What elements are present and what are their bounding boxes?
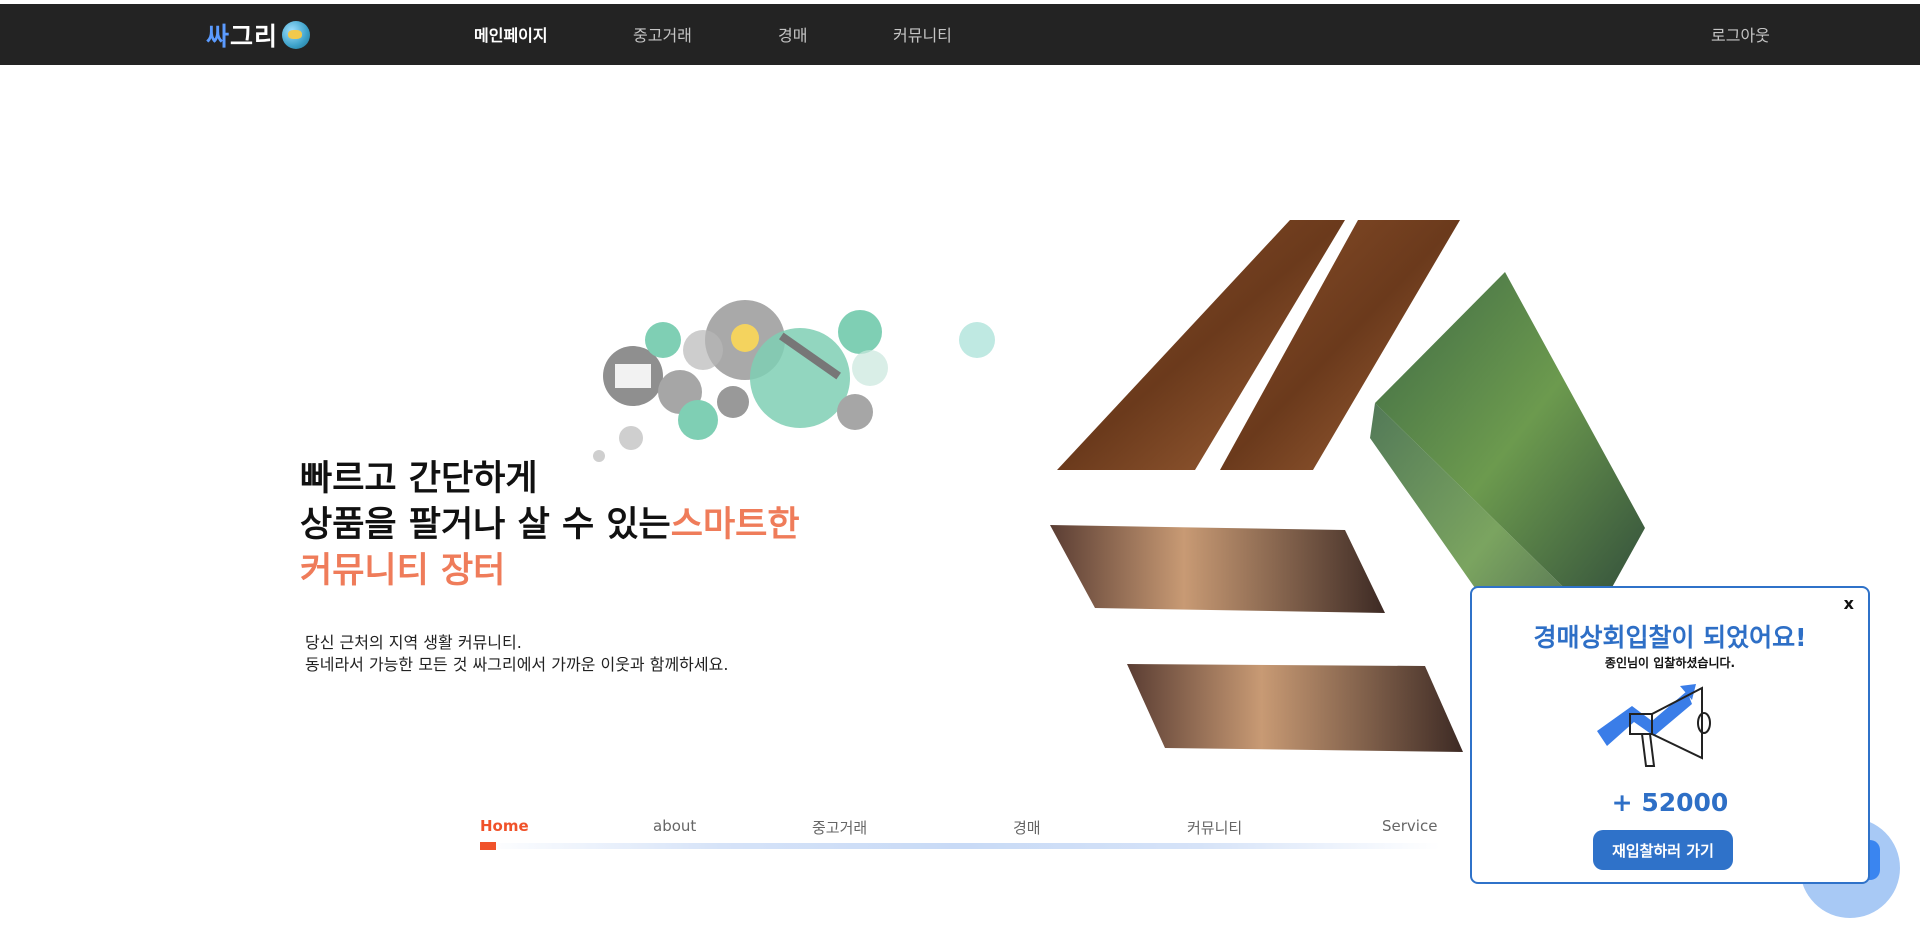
logo-text-part1: 싸	[206, 22, 231, 51]
logo-text: 싸그리	[206, 17, 278, 53]
monitor-icon	[615, 364, 651, 388]
nav-auction[interactable]: 경매	[778, 22, 807, 46]
nav-used-trade[interactable]: 중고거래	[633, 22, 692, 46]
snowflake-bubble	[717, 386, 749, 418]
logo-text-part2: 그리	[230, 22, 279, 51]
deco-circle	[683, 330, 723, 370]
hero-description-line2: 동네라서 가능한 모든 것 싸그리에서 가까운 이웃과 함께하세요.	[305, 655, 729, 674]
close-icon[interactable]: x	[1844, 594, 1854, 613]
tab-service[interactable]: Service	[1382, 817, 1437, 835]
photo-store-bottom	[1127, 664, 1463, 752]
nav-community[interactable]: 커뮤니티	[893, 22, 952, 46]
bid-notification-popup: x 경매상회입찰이 되었어요! 종인님이 입찰하셨습니다. + 52000 재입…	[1470, 586, 1870, 884]
tab-auction[interactable]: 경매	[1013, 817, 1041, 838]
tab-track	[480, 843, 1440, 849]
deco-circle-small	[619, 426, 643, 450]
globe-icon	[282, 21, 311, 49]
megaphone-growth-icon	[1597, 684, 1711, 767]
rebid-button[interactable]: 재입찰하러 가기	[1593, 830, 1733, 870]
photo-store-top	[1050, 525, 1385, 613]
tab-active-indicator	[480, 842, 496, 850]
popup-title: 경매상회입찰이 되었어요!	[1533, 623, 1807, 652]
hero-description: 당신 근처의 지역 생활 커뮤니티. 동네라서 가능한 모든 것 싸그리에서 가…	[305, 632, 728, 676]
headline-line2-accent: 스마트한	[670, 505, 800, 545]
headline-line3-accent: 커뮤니티 장터	[300, 551, 506, 591]
clipboard-bubble	[678, 400, 718, 440]
tab-used-trade[interactable]: 중고거래	[812, 817, 867, 838]
nav-main-page[interactable]: 메인페이지	[474, 22, 548, 46]
deco-circle	[852, 350, 888, 386]
logout-link[interactable]: 로그아웃	[1711, 22, 1770, 46]
hero-illustration	[593, 300, 995, 462]
section-tabs: Home about 중고거래 경매 커뮤니티 Service	[480, 817, 1480, 857]
deco-circle-right	[959, 322, 995, 358]
cloud-bubble	[838, 310, 882, 354]
headline-line1: 빠르고 간단하게	[300, 459, 538, 499]
tab-about[interactable]: about	[653, 817, 696, 835]
headline-line2: 상품을 팔거나 살 수 있는	[300, 505, 671, 545]
tab-home[interactable]: Home	[480, 817, 529, 835]
hero-description-line1: 당신 근처의 지역 생활 커뮤니티.	[305, 633, 522, 652]
site-logo[interactable]: 싸그리	[206, 17, 311, 53]
bid-amount: + 52000	[1611, 788, 1729, 817]
popup-subtitle: 종인님이 입찰하셨습니다.	[1604, 656, 1736, 670]
hero-headline: 빠르고 간단하게 상품을 팔거나 살 수 있는스마트한 커뮤니티 장터	[300, 456, 800, 594]
top-navbar: 싸그리 메인페이지 중고거래 경매 커뮤니티 로그아웃	[0, 4, 1920, 65]
lightbulb-icon	[731, 324, 759, 352]
gear-bubble	[837, 394, 873, 430]
tab-community[interactable]: 커뮤니티	[1187, 817, 1242, 838]
brain-bubble	[645, 322, 681, 358]
